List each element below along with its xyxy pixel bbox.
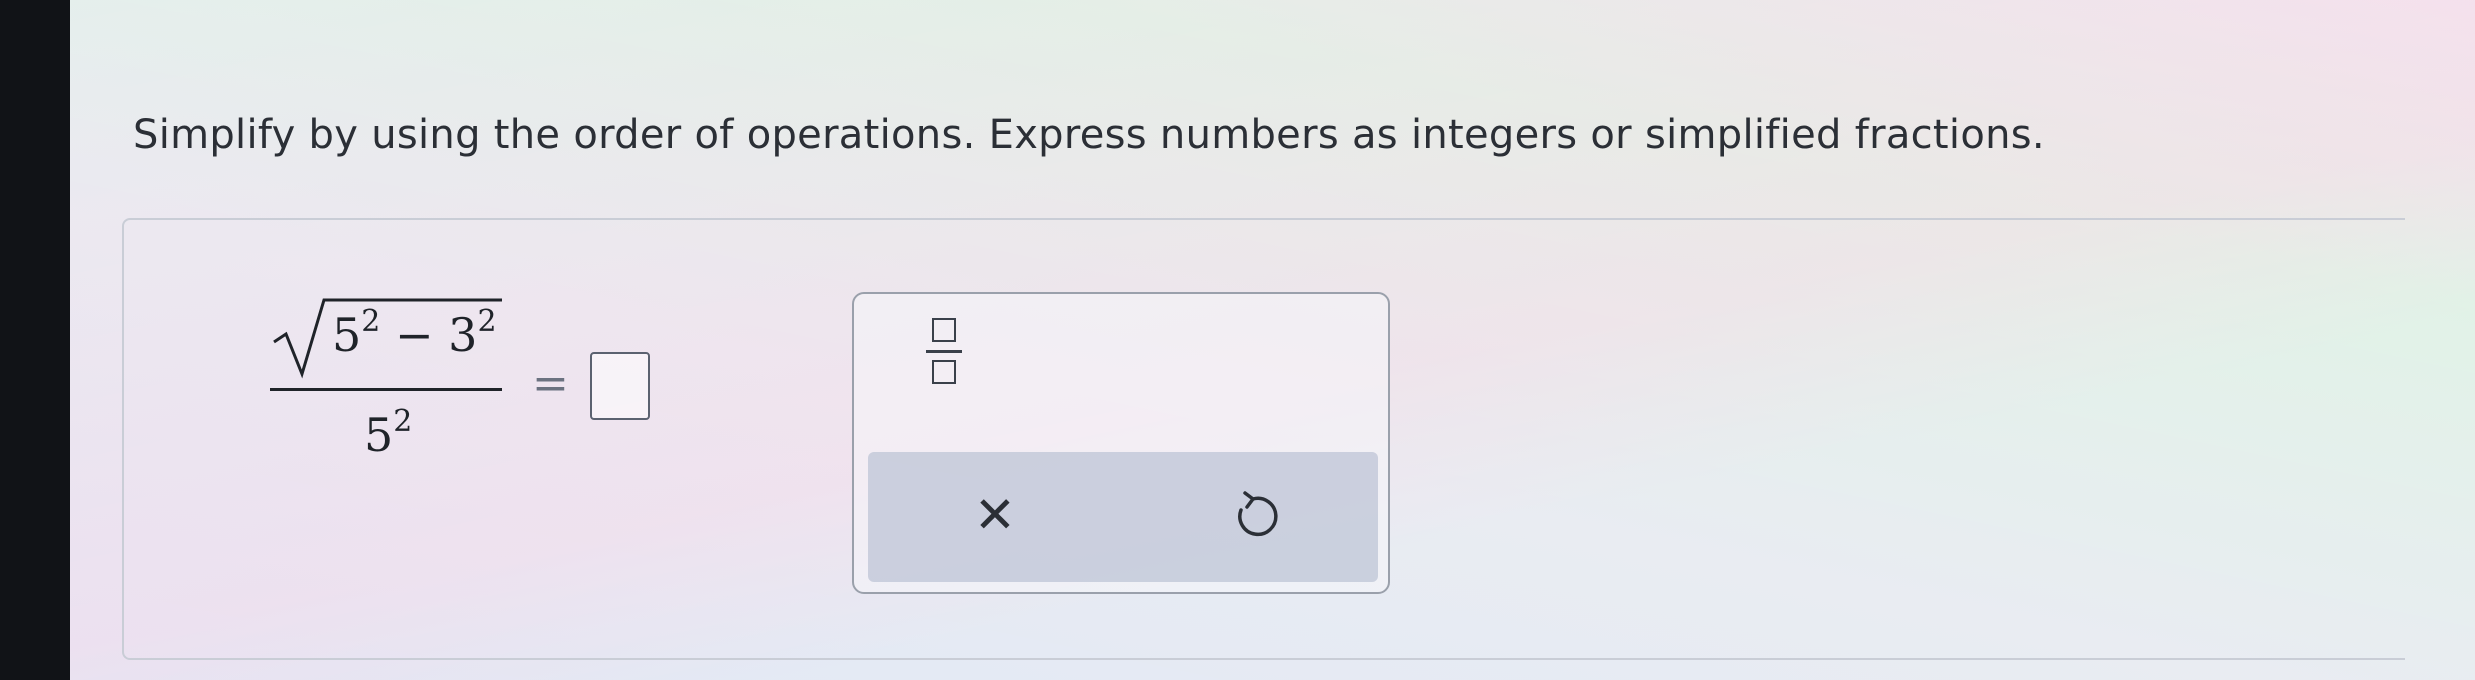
fraction-bar <box>270 388 502 391</box>
fraction-template-button[interactable] <box>914 314 974 394</box>
close-icon: ✕ <box>974 486 1016 544</box>
radicand: 52 − 32 <box>332 304 497 362</box>
radicand-term1-base: 5 <box>332 308 362 362</box>
fraction-numerator-box <box>932 318 956 342</box>
clear-button[interactable]: ✕ <box>970 490 1020 540</box>
denominator-base: 5 <box>364 408 394 462</box>
keypad-action-bar: ✕ <box>868 452 1378 582</box>
fraction-bar-icon <box>926 350 962 353</box>
radicand-term2-exponent: 2 <box>477 304 497 339</box>
screen-bezel <box>0 0 70 680</box>
equals-sign: = <box>532 358 569 409</box>
radicand-term1-exponent: 2 <box>361 304 381 339</box>
minus-operator: − <box>395 308 434 362</box>
radicand-term2-base: 3 <box>448 308 478 362</box>
math-keypad: ✕ <box>852 292 1390 594</box>
square-root: 52 − 32 <box>272 290 502 380</box>
denominator-exponent: 2 <box>393 404 413 439</box>
undo-button[interactable] <box>1226 490 1280 544</box>
denominator: 52 <box>364 404 412 462</box>
fraction: 52 − 32 52 <box>270 290 502 480</box>
answer-input[interactable] <box>590 352 650 420</box>
question-instruction: Simplify by using the order of operation… <box>133 112 2045 158</box>
fraction-denominator-box <box>932 360 956 384</box>
undo-icon <box>1238 491 1278 537</box>
